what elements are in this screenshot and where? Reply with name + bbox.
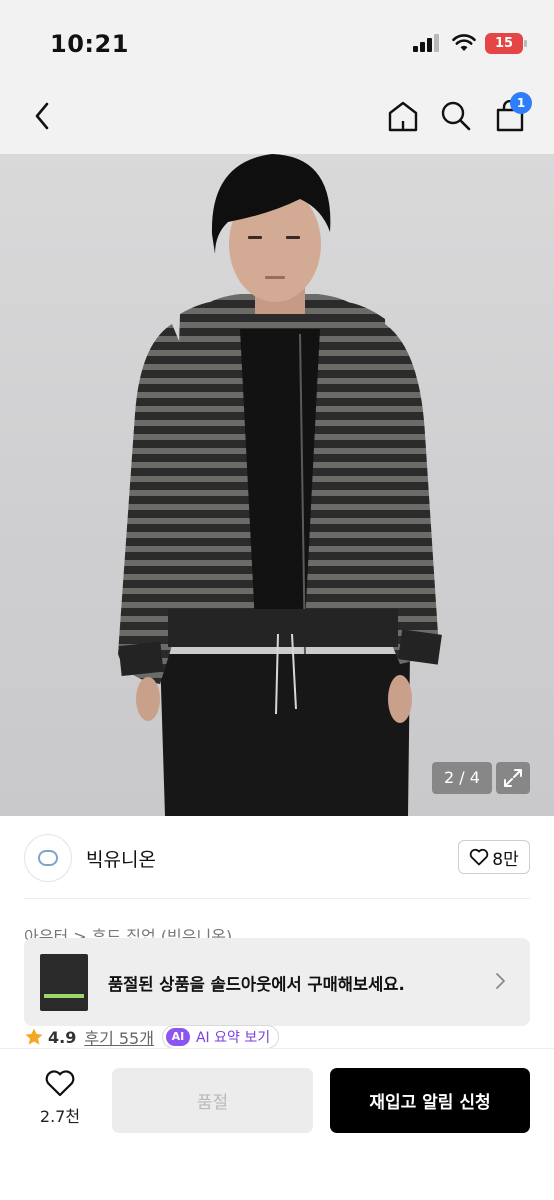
cellular-signal-icon xyxy=(413,34,441,52)
soldout-button[interactable]: 품절 xyxy=(112,1068,313,1133)
heart-icon xyxy=(45,1070,75,1097)
status-bar: 10:21 15 xyxy=(0,0,554,80)
brand-like-button[interactable]: 8만 xyxy=(458,840,530,874)
status-time: 10:21 xyxy=(50,30,129,58)
ai-badge: AI xyxy=(165,1028,190,1046)
home-button[interactable] xyxy=(383,96,423,136)
search-icon xyxy=(441,101,471,131)
divider xyxy=(24,898,530,899)
wishlist-button[interactable]: 2.7천 xyxy=(30,1069,90,1127)
soldout-banner[interactable]: 품절된 상품을 솔드아웃에서 구매해보세요. xyxy=(24,938,530,1026)
star-icon xyxy=(25,1028,43,1045)
battery-icon: 15 xyxy=(485,33,527,54)
bottom-action-bar: 2.7천 품절 재입고 알림 신청 xyxy=(0,1048,554,1200)
product-photo-illustration xyxy=(118,154,442,816)
brand-like-count: 8만 xyxy=(492,849,519,870)
banner-text: 품절된 상품을 솔드아웃에서 구매해보세요. xyxy=(108,975,405,994)
brand-name[interactable]: 빅유니온 xyxy=(86,845,156,872)
cart-button[interactable]: 1 xyxy=(490,92,532,136)
banner-product-thumbnail xyxy=(40,954,88,1011)
image-counter: 2 / 4 xyxy=(432,762,492,794)
wishlist-count: 2.7천 xyxy=(39,1107,81,1126)
search-button[interactable] xyxy=(436,96,476,136)
ai-summary-button[interactable]: AI AI 요약 보기 xyxy=(161,1025,280,1049)
product-image[interactable] xyxy=(0,154,554,816)
wifi-icon xyxy=(452,34,476,51)
expand-icon xyxy=(504,769,522,787)
rating-score: 4.9 xyxy=(48,1027,77,1047)
cart-count-badge: 1 xyxy=(510,92,532,114)
home-icon xyxy=(388,101,418,132)
expand-image-button[interactable] xyxy=(496,762,530,794)
battery-level: 15 xyxy=(494,36,514,51)
back-button[interactable] xyxy=(22,96,62,136)
chevron-right-icon xyxy=(496,973,505,989)
restock-alert-button[interactable]: 재입고 알림 신청 xyxy=(330,1068,530,1133)
ai-summary-label: AI 요약 보기 xyxy=(195,1030,271,1046)
brand-logo[interactable] xyxy=(24,834,72,882)
rating-row: 4.9 후기 55개 AI AI 요약 보기 xyxy=(24,1024,280,1050)
chevron-left-icon xyxy=(35,102,49,130)
heart-icon xyxy=(470,848,489,866)
top-nav: 1 xyxy=(0,80,554,154)
review-count-link[interactable]: 후기 55개 xyxy=(84,1025,154,1049)
